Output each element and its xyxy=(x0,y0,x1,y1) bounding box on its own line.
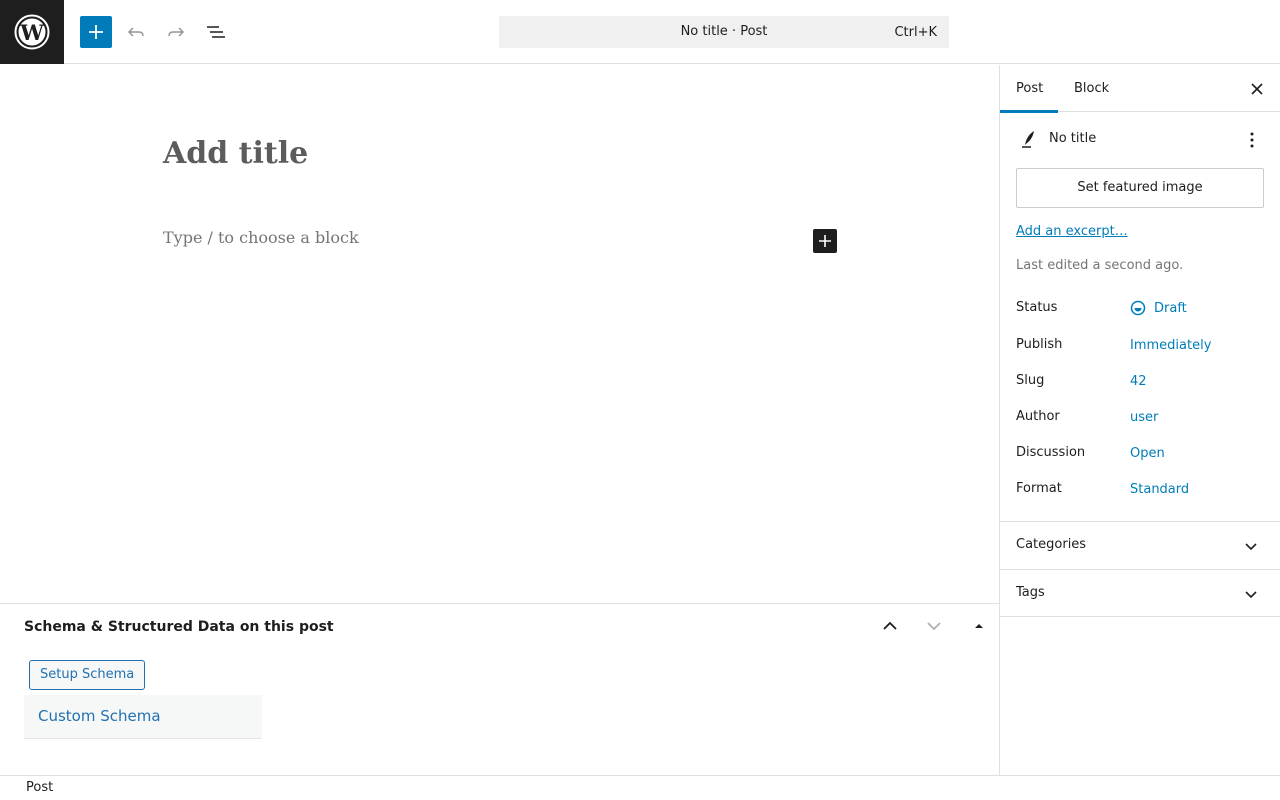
status-label: Status xyxy=(1016,300,1058,315)
editor-header: W No title · Post Ctrl+K xyxy=(0,0,1280,64)
add-excerpt-link[interactable]: Add an excerpt… xyxy=(1016,224,1128,239)
redo-icon xyxy=(168,27,185,37)
close-sidebar-button[interactable] xyxy=(1245,77,1269,101)
discussion-label: Discussion xyxy=(1016,445,1086,460)
tags-panel[interactable]: Tags xyxy=(1000,569,1280,617)
format-label: Format xyxy=(1016,481,1062,496)
chevron-up-icon xyxy=(883,621,897,630)
author-value[interactable]: user xyxy=(1130,410,1158,425)
more-vertical-icon xyxy=(1250,132,1254,148)
metabox-title: Schema & Structured Data on this post xyxy=(24,619,334,635)
chevron-down-icon xyxy=(927,622,941,631)
settings-sidebar: Post Block No title Set featured image A… xyxy=(999,65,1280,775)
plus-icon xyxy=(819,235,831,247)
draft-status-icon xyxy=(1130,300,1146,316)
wordpress-logo-icon: W xyxy=(14,14,50,50)
post-summary-title: No title xyxy=(1049,131,1097,146)
slug-value[interactable]: 42 xyxy=(1130,374,1147,389)
format-value[interactable]: Standard xyxy=(1130,482,1189,497)
close-icon xyxy=(1251,83,1263,95)
add-block-button[interactable] xyxy=(80,16,112,48)
plus-icon xyxy=(89,25,103,39)
document-title: No title · Post xyxy=(680,24,768,39)
set-featured-image-button[interactable]: Set featured image xyxy=(1016,168,1264,208)
last-edited-text: Last edited a second ago. xyxy=(1016,258,1184,273)
categories-panel[interactable]: Categories xyxy=(1000,521,1280,569)
move-up-button[interactable] xyxy=(878,614,902,638)
caret-up-icon xyxy=(975,624,983,628)
toggle-panel-button[interactable] xyxy=(967,614,991,638)
publish-value[interactable]: Immediately xyxy=(1130,338,1211,353)
list-view-icon xyxy=(207,26,225,38)
author-label: Author xyxy=(1016,409,1060,424)
chevron-down-icon xyxy=(1241,584,1261,604)
list-view-button[interactable] xyxy=(200,16,232,48)
categories-panel-title: Categories xyxy=(1016,537,1087,552)
tab-block[interactable]: Block xyxy=(1058,65,1125,112)
post-actions-menu-button[interactable] xyxy=(1240,128,1264,152)
schema-metabox: Schema & Structured Data on this post Se… xyxy=(0,603,999,775)
editor-canvas: Add title Type / to choose a block xyxy=(0,65,999,603)
tab-post[interactable]: Post xyxy=(1000,65,1058,113)
post-feather-icon xyxy=(1022,131,1034,148)
custom-schema-link[interactable]: Custom Schema xyxy=(38,707,161,725)
command-palette-bar[interactable]: No title · Post Ctrl+K xyxy=(499,16,949,48)
custom-schema-tab[interactable]: Custom Schema xyxy=(24,695,262,739)
move-down-button[interactable] xyxy=(922,614,946,638)
undo-icon xyxy=(127,27,144,37)
chevron-down-icon xyxy=(1241,536,1261,556)
command-shortcut: Ctrl+K xyxy=(894,25,937,40)
wordpress-logo-button[interactable]: W xyxy=(0,0,64,64)
discussion-value[interactable]: Open xyxy=(1130,446,1165,461)
post-title-input[interactable]: Add title xyxy=(163,136,308,171)
redo-button[interactable] xyxy=(160,16,192,48)
block-placeholder[interactable]: Type / to choose a block xyxy=(163,228,359,247)
tags-panel-title: Tags xyxy=(1016,585,1045,600)
undo-button[interactable] xyxy=(120,16,152,48)
setup-schema-button[interactable]: Setup Schema xyxy=(29,660,146,690)
status-value[interactable]: Draft xyxy=(1154,301,1187,316)
editor-footer: Post xyxy=(0,775,1280,800)
svg-text:W: W xyxy=(19,20,44,45)
publish-label: Publish xyxy=(1016,337,1063,352)
slug-label: Slug xyxy=(1016,373,1045,388)
sidebar-tabs: Post Block xyxy=(1000,65,1280,113)
block-inserter-button[interactable] xyxy=(813,229,837,253)
breadcrumb[interactable]: Post xyxy=(26,780,53,795)
